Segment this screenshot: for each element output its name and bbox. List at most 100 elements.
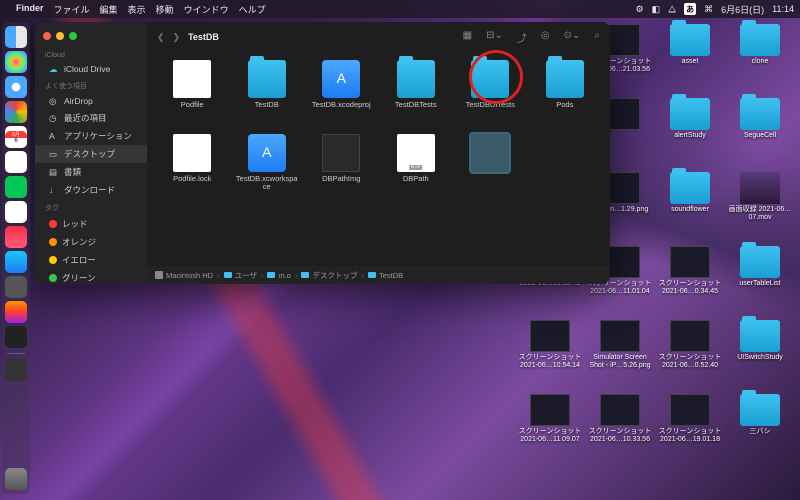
folder-icon [670,98,710,130]
desktop-item[interactable]: clone [726,24,794,96]
sidebar-tag-red[interactable]: レッド [35,215,147,233]
file-item[interactable]: ATestDB.xcodeproj [306,60,377,130]
desktop-item[interactable]: asset [656,24,724,96]
rtf-icon: RTF [397,134,435,172]
path-segment[interactable]: ユーザ [224,270,257,281]
file-grid[interactable]: PodfileTestDBATestDB.xcodeprojTestDBTest… [147,52,610,266]
menu-window[interactable]: ウインドウ [184,3,229,16]
finder-window: iCloud ☁iCloud Drive よく使う項目 ◎AirDrop◷最近の… [35,22,610,284]
dock-launchpad[interactable] [5,51,27,73]
sidebar-item-airdrop[interactable]: ◎AirDrop [35,93,147,109]
path-bar[interactable]: Macintosh HD›ユーザ›m.o›デスクトップ›TestDB [147,266,610,284]
file-item[interactable]: ATestDB.xcworkspace [232,134,303,204]
file-item[interactable]: DBPathImg [306,134,377,204]
dock-music[interactable] [5,226,27,248]
file-item[interactable]: TestDB [232,60,303,130]
sidebar-tag-yellow[interactable]: イエロー [35,251,147,269]
dock-appstore[interactable] [5,251,27,273]
desktop-item[interactable]: スクリーンショット 2021-06…0.52.40 [656,320,724,392]
movie-icon [740,172,780,204]
file-item[interactable]: RTFDBPath [381,134,452,204]
desktop-item[interactable]: 画面収録 2021-06…07.mov [726,172,794,244]
search-button[interactable]: ⌕ [594,30,600,45]
dock-photos[interactable] [5,201,27,223]
forward-button[interactable]: ❯ [173,32,181,43]
folder-icon [248,60,286,98]
folder-icon [471,60,509,98]
path-segment[interactable]: Macintosh HD [155,271,213,280]
dock-slack[interactable] [5,151,27,173]
view-group-button[interactable]: ⊟⌄ [486,30,503,45]
desktop-item-label: UISwitchStudy [737,354,783,362]
desktop-item[interactable]: UISwitchStudy [726,320,794,392]
dock-calendar[interactable]: 6月6 [5,126,27,148]
menubar-date[interactable]: 6月6日(日) [721,3,764,16]
apps-icon: A [49,131,59,141]
disk-icon [155,271,163,279]
dock-safari[interactable] [5,76,27,98]
sidebar-item-apps[interactable]: Aアプリケーション [35,127,147,145]
file-item[interactable]: Pods [530,60,601,130]
action-button[interactable]: ⊙⌄ [564,30,581,45]
image-thumb-icon [530,394,570,426]
dock-line[interactable] [5,176,27,198]
file-item[interactable]: Podfile.lock [157,134,228,204]
desktop-item[interactable]: soundflower [656,172,724,244]
sidebar-item-label: デスクトップ [64,148,115,160]
minimize-button[interactable] [56,32,64,40]
file-label: TestDBUITests [466,101,515,109]
sidebar-tag-green[interactable]: グリーン [35,269,147,284]
back-button[interactable]: ❮ [157,32,165,43]
desktop-item[interactable]: userTableList [726,246,794,318]
dock-trash[interactable] [5,468,27,490]
dock-finder[interactable] [5,26,27,48]
sidebar-item-clock[interactable]: ◷最近の項目 [35,109,147,127]
path-segment[interactable]: デスクトップ [301,270,357,281]
sidebar-item-desktop[interactable]: ▭デスクトップ [35,145,147,163]
battery-icon[interactable]: ◧ [652,4,661,15]
desktop-item[interactable]: スクリーンショット 2021-06…0.34.45 [656,246,724,318]
sidebar-item-download[interactable]: ↓ダウンロード [35,181,147,199]
close-button[interactable] [43,32,51,40]
file-item[interactable]: Podfile [157,60,228,130]
desktop-item[interactable]: スクリーンショット 2021-06…10.54.14 [516,320,584,392]
dock-firefox[interactable] [5,301,27,323]
sidebar-tag-orange[interactable]: オレンジ [35,233,147,251]
zoom-button[interactable] [69,32,77,40]
path-segment[interactable]: TestDB [368,271,403,280]
share-button[interactable]: ⤴ [517,30,527,45]
menu-help[interactable]: ヘルプ [239,3,266,16]
menu-edit[interactable]: 編集 [100,3,118,16]
desktop-item[interactable]: 三バシ [726,394,794,466]
path-label: m.o [278,271,291,280]
file-item[interactable] [455,134,526,204]
avira-icon[interactable]: ⚙ [636,4,644,15]
desktop-item[interactable]: スクリーンショット 2021-06…10.33.56 [586,394,654,466]
path-segment[interactable]: m.o [267,271,291,280]
menu-view[interactable]: 表示 [128,3,146,16]
file-item[interactable]: TestDBUITests [455,60,526,130]
dock-recent[interactable] [5,359,27,381]
desktop-item[interactable]: スクリーンショット 2021-06…19.01.18 [656,394,724,466]
wifi-icon[interactable]: ⧋ [668,4,676,15]
desktop-item[interactable]: SegueCell [726,98,794,170]
desktop-item[interactable]: Simulator Screen Shot - iP…5.26.png [586,320,654,392]
menu-file[interactable]: ファイル [54,3,90,16]
sidebar-icloud-drive[interactable]: ☁iCloud Drive [35,61,147,77]
menu-app-name[interactable]: Finder [16,3,44,16]
tag-button[interactable]: ◎ [541,30,550,45]
airdrop-icon: ◎ [49,96,59,106]
desktop-item[interactable]: スクリーンショット 2021-06…11.09.07 [516,394,584,466]
chevron-right-icon: › [295,271,298,280]
finder-main: ❮ ❯ TestDB ▦ ⊟⌄ ⤴ ◎ ⊙⌄ ⌕ PodfileTestDBAT… [147,22,610,284]
menu-go[interactable]: 移動 [156,3,174,16]
desktop-item[interactable]: alertStudy [656,98,724,170]
view-icons-button[interactable]: ▦ [463,30,472,45]
dock-chrome[interactable] [5,101,27,123]
dock-preferences[interactable] [5,276,27,298]
control-center-icon[interactable]: ⌘ [704,4,713,15]
dock-terminal[interactable] [5,326,27,348]
file-item[interactable]: TestDBTests [381,60,452,130]
ime-indicator[interactable]: あ [684,3,696,15]
sidebar-item-doc[interactable]: ▤書類 [35,163,147,181]
